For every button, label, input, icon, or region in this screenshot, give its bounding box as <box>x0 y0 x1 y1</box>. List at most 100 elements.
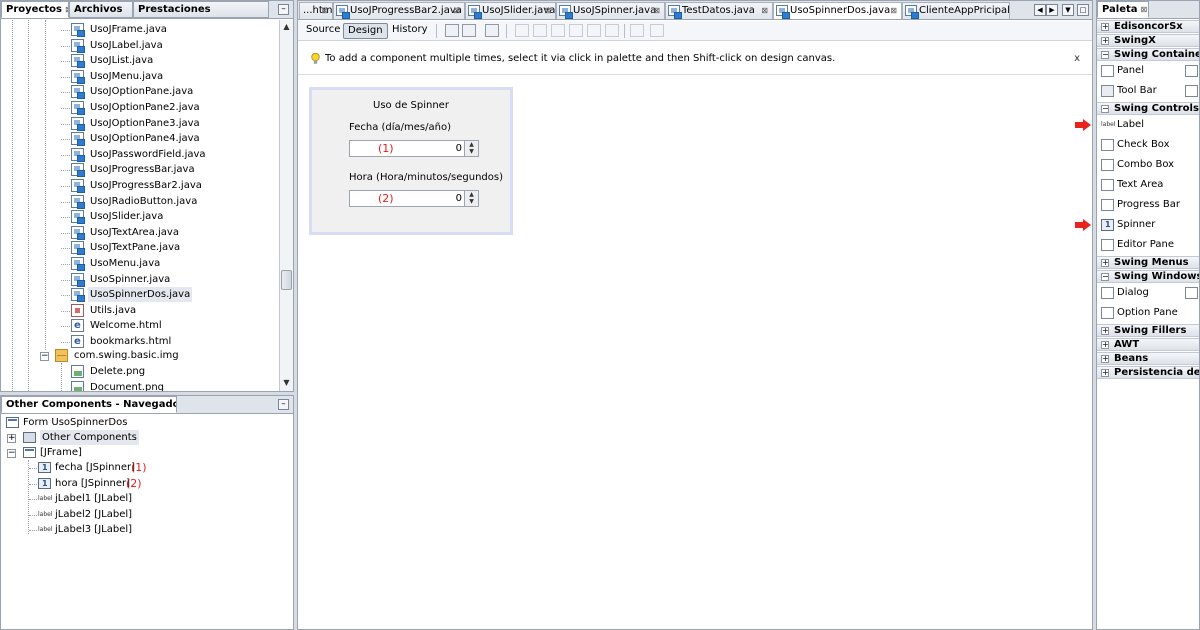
category-label: Persistencia de Ja <box>1114 367 1200 378</box>
history-button[interactable]: History <box>388 23 432 39</box>
palette-item[interactable]: Text Area <box>1097 177 1199 193</box>
hint-close-button[interactable]: x <box>1074 52 1080 66</box>
design-button[interactable]: Design <box>343 23 388 39</box>
tab-prestaciones[interactable]: Prestaciones <box>133 1 269 18</box>
center-vertical-icon[interactable] <box>605 24 619 37</box>
tree-item-label: Welcome.html <box>90 320 162 332</box>
java-file-icon <box>71 225 85 240</box>
tabbed-pane-icon[interactable] <box>1185 65 1198 77</box>
navigator-panel: Other Components - Navegador⊠ – Form Uso… <box>0 395 294 630</box>
palette-category-controls[interactable]: − Swing Controls <box>1097 102 1199 115</box>
palette-category-beans[interactable]: + Beans <box>1097 352 1199 365</box>
spinner-down-icon[interactable]: ▼ <box>465 148 478 155</box>
project-tree-scrollbar[interactable]: ▲ ▼ <box>279 20 293 391</box>
red-arrow-icon <box>1075 119 1091 131</box>
fecha-spinner[interactable]: (1) 0 ▲ ▼ <box>349 140 479 157</box>
palette-item[interactable]: Combo Box <box>1097 157 1199 173</box>
palette-item-panel[interactable]: Panel <box>1097 63 1199 79</box>
palette-category-edison[interactable]: + EdisoncorSx <box>1097 20 1199 33</box>
layered-pane-icon[interactable] <box>1185 85 1198 97</box>
maximize-icon[interactable]: □ <box>1077 4 1089 16</box>
fecha-value[interactable]: 0 <box>456 141 462 156</box>
close-tab-icon[interactable]: ⊠ <box>653 3 660 18</box>
tree-guide <box>61 61 70 63</box>
close-tab-icon[interactable]: ⊠ <box>544 3 551 18</box>
palette-item[interactable]: Editor Pane <box>1097 237 1199 253</box>
tree-guide <box>29 483 37 485</box>
palette-category-persistencia[interactable]: + Persistencia de Ja <box>1097 366 1200 379</box>
label-icon: label <box>38 526 53 533</box>
palette-category-awt[interactable]: + AWT <box>1097 338 1199 351</box>
palette-item-label: Panel <box>1117 65 1144 76</box>
editor-tab[interactable]: UsoJSlider.java ⊠ <box>465 2 556 19</box>
source-button[interactable]: Source <box>302 23 344 39</box>
editor-tab[interactable]: ClienteAppPricipal.... <box>902 2 1010 19</box>
editor-tab[interactable]: UsoJSpinner.java ⊠ <box>556 2 665 19</box>
tab-scroll-right-icon[interactable]: ▶ <box>1046 4 1058 16</box>
scroll-down-icon[interactable]: ▼ <box>280 376 293 389</box>
tab-scroll-left-icon[interactable]: ◀ <box>1034 4 1046 16</box>
collapse-icon[interactable]: − <box>40 352 49 361</box>
frame-icon[interactable] <box>1185 287 1198 299</box>
palette-item[interactable]: Spinner <box>1097 217 1199 233</box>
tree-guide <box>61 201 70 203</box>
java-file-icon <box>71 210 85 225</box>
spinner-up-icon[interactable]: ▲ <box>465 141 478 148</box>
palette-category-swingx[interactable]: + SwingX <box>1097 34 1199 47</box>
palette-item-toolbar[interactable]: Tool Bar <box>1097 83 1199 99</box>
resize-horizontal-icon[interactable] <box>630 24 644 37</box>
spinner-buttons: ▲ ▼ <box>464 191 478 206</box>
tab-proyectos[interactable]: Proyectos⊠ <box>1 1 69 18</box>
java-file-icon <box>71 257 85 271</box>
editor-tab[interactable]: TestDatos.java ⊠ <box>665 2 773 19</box>
palette-category-fillers[interactable]: + Swing Fillers <box>1097 324 1199 337</box>
tab-archivos[interactable]: Archivos <box>69 1 133 18</box>
category-label: Swing Menus <box>1114 257 1189 268</box>
align-left-icon[interactable] <box>515 24 529 37</box>
expand-icon[interactable]: + <box>7 434 16 443</box>
minimize-button[interactable]: – <box>278 399 289 410</box>
tab-navigator[interactable]: Other Components - Navegador⊠ <box>1 396 177 413</box>
category-label: Swing Fillers <box>1114 325 1187 336</box>
connection-mode-icon[interactable] <box>462 24 476 37</box>
close-icon[interactable]: ⊠ <box>1141 5 1148 14</box>
palette-category-menus[interactable]: + Swing Menus <box>1097 256 1199 269</box>
scroll-up-icon[interactable]: ▲ <box>280 20 293 33</box>
palette-item[interactable]: label Label <box>1097 117 1199 133</box>
align-right-icon[interactable] <box>533 24 547 37</box>
hora-spinner[interactable]: (2) 0 ▲ ▼ <box>349 190 479 207</box>
spinner-down-icon[interactable]: ▼ <box>465 198 478 205</box>
tab-palette[interactable]: Paleta ⊠ <box>1097 1 1149 18</box>
design-canvas-form[interactable]: Uso de Spinner Fecha (día/mes/año) (1) 0… <box>309 87 513 235</box>
center-horizontal-icon[interactable] <box>551 24 565 37</box>
align-top-icon[interactable] <box>569 24 583 37</box>
palette-item[interactable]: Check Box <box>1097 137 1199 153</box>
close-tab-icon[interactable]: ⊠ <box>890 3 897 18</box>
editor-tab[interactable]: UsoSpinnerDos.java ⊠ <box>773 2 902 19</box>
spinner-up-icon[interactable]: ▲ <box>465 191 478 198</box>
close-tab-icon[interactable]: ⊠ <box>761 3 768 18</box>
preview-design-icon[interactable] <box>485 24 499 37</box>
selection-mode-icon[interactable] <box>445 24 459 37</box>
minimize-button[interactable]: – <box>278 4 289 15</box>
dialog-icon <box>1101 287 1114 299</box>
scroll-thumb[interactable] <box>281 270 292 290</box>
palette-item-option-pane[interactable]: Option Pane <box>1097 305 1199 321</box>
tab-list-icon[interactable]: ▼ <box>1062 4 1074 16</box>
tree-guide <box>61 186 70 187</box>
close-tab-icon[interactable]: ⊠ <box>321 3 328 18</box>
hora-value[interactable]: 0 <box>456 191 462 206</box>
label-icon: label <box>38 510 53 518</box>
collapse-icon[interactable]: − <box>7 449 16 458</box>
palette-item[interactable]: Progress Bar <box>1097 197 1199 213</box>
align-bottom-icon[interactable] <box>587 24 601 37</box>
palette-category-windows[interactable]: − Swing Windows <box>1097 270 1199 283</box>
editor-tab[interactable]: ...htm ⊠ <box>299 2 333 19</box>
resize-vertical-icon[interactable] <box>650 24 664 37</box>
image-file-icon <box>71 381 84 391</box>
tab-prestaciones-label: Prestaciones <box>138 4 211 15</box>
close-tab-icon[interactable]: ⊠ <box>453 3 460 18</box>
editor-tab[interactable]: UsoJProgressBar2.java ⊠ <box>333 2 465 19</box>
palette-item-dialog[interactable]: Dialog <box>1097 285 1199 301</box>
palette-category-containers[interactable]: −Swing Containers <box>1097 48 1199 61</box>
